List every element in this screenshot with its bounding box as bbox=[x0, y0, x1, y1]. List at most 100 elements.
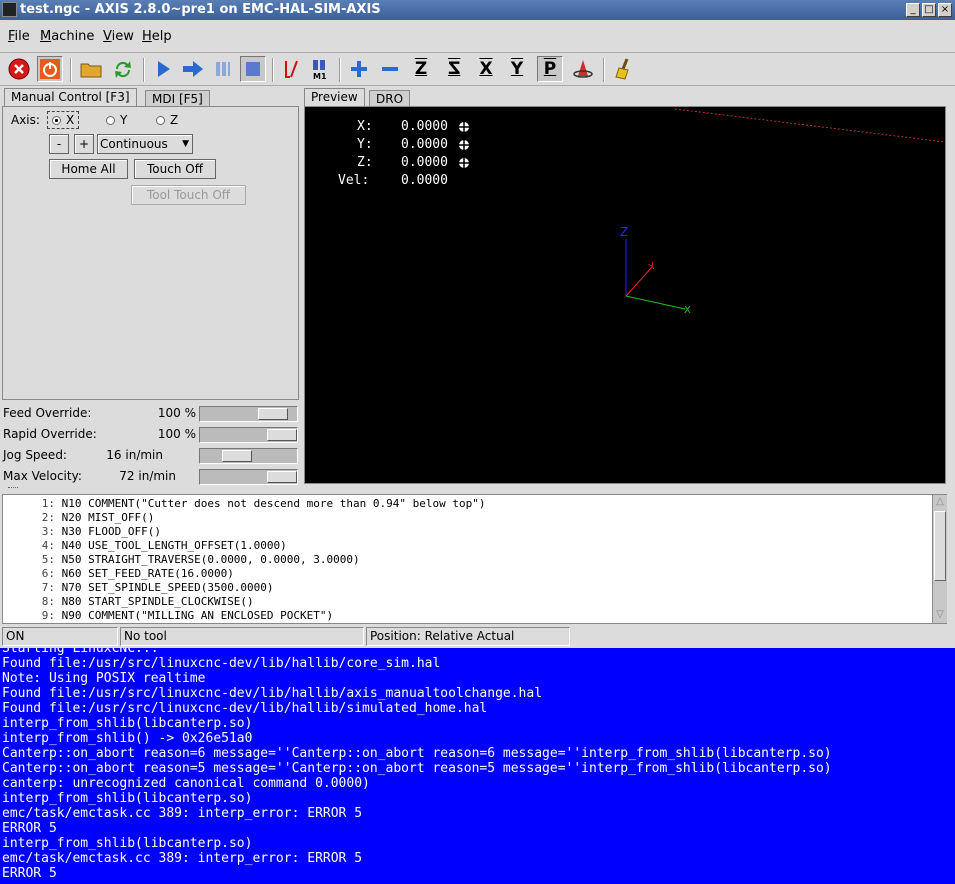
toolbar-separator bbox=[143, 58, 145, 82]
rapid-override-slider[interactable] bbox=[199, 427, 298, 443]
z-axis-label: Z bbox=[620, 225, 628, 239]
power-button[interactable] bbox=[37, 56, 63, 82]
chevron-down-icon: ▼ bbox=[182, 139, 189, 149]
max-velocity-slider[interactable] bbox=[199, 469, 298, 485]
menu-view[interactable]: View bbox=[103, 29, 134, 44]
view-p-button[interactable]: P bbox=[537, 56, 563, 82]
zoom-out-button[interactable] bbox=[377, 56, 403, 82]
dro-x-label: X: bbox=[357, 119, 373, 134]
jog-plus-button[interactable]: + bbox=[74, 134, 94, 154]
block-delete-button[interactable] bbox=[278, 56, 304, 82]
close-button[interactable]: × bbox=[938, 3, 952, 17]
home-all-button[interactable]: Home All bbox=[49, 159, 128, 179]
terminal-line: interp_from_shlib(libcanterp.so) bbox=[2, 836, 253, 851]
svg-text:M1: M1 bbox=[313, 72, 327, 80]
clear-plot-button[interactable] bbox=[611, 56, 637, 82]
axis-z-radio[interactable]: Z bbox=[156, 113, 178, 127]
maximize-button[interactable]: □ bbox=[922, 3, 936, 17]
tab-dro[interactable]: DRO bbox=[369, 90, 411, 107]
scroll-up-icon[interactable]: △ bbox=[934, 496, 946, 508]
gcode-line[interactable]: 7: N70 SET_SPINDLE_SPEED(3500.0000) bbox=[3, 581, 274, 595]
minimize-button[interactable]: _ bbox=[906, 3, 920, 17]
window-titlebar: test.ngc - AXIS 2.8.0~pre1 on EMC-HAL-SI… bbox=[0, 0, 955, 20]
gcode-line[interactable]: 3: N30 FLOOD_OFF() bbox=[3, 525, 161, 539]
slider-thumb[interactable] bbox=[267, 471, 297, 483]
menu-machine[interactable]: Machine bbox=[40, 29, 94, 44]
scroll-down-icon[interactable]: ▽ bbox=[934, 609, 946, 621]
menu-help[interactable]: Help bbox=[142, 29, 172, 44]
terminal-line: interp_from_shlib(libcanterp.so) bbox=[2, 716, 253, 731]
feed-override-slider[interactable] bbox=[199, 406, 298, 422]
dro-y-label: Y: bbox=[357, 137, 373, 152]
preview-canvas[interactable]: Z Y X X: 0.0000 Y: 0.0000 Z: 0.0000 Vel:… bbox=[304, 106, 946, 484]
gcode-line[interactable]: 4: N40 USE_TOOL_LENGTH_OFFSET(1.0000) bbox=[3, 539, 287, 553]
terminal-output[interactable]: Starting LinuxCNC... Found file:/usr/src… bbox=[0, 648, 955, 884]
menubar: File Machine View Help bbox=[0, 25, 955, 48]
view-z-rotated-button[interactable]: Z bbox=[441, 56, 467, 82]
view-x-button[interactable]: X bbox=[473, 56, 499, 82]
axis-y-radio[interactable]: Y bbox=[106, 113, 127, 127]
terminal-line: interp_from_shlib(libcanterp.so) bbox=[2, 791, 253, 806]
zoom-in-button[interactable] bbox=[346, 56, 372, 82]
gcode-line[interactable]: 5: N50 STRAIGHT_TRAVERSE(0.0000, 0.0000,… bbox=[3, 553, 360, 567]
pause-button[interactable] bbox=[210, 56, 236, 82]
view-x-icon: X bbox=[479, 59, 493, 79]
jog-speed-slider[interactable] bbox=[199, 448, 298, 464]
slider-thumb[interactable] bbox=[258, 408, 288, 420]
folder-icon bbox=[80, 63, 102, 78]
gcode-line[interactable]: 1: N10 COMMENT("Cutter does not descend … bbox=[3, 497, 486, 511]
gcode-scrollbar[interactable]: △ ▽ bbox=[932, 495, 947, 623]
tab-mdi[interactable]: MDI [F5] bbox=[145, 90, 210, 107]
rotate-view-button[interactable] bbox=[570, 56, 596, 82]
jog-minus-button[interactable]: - bbox=[49, 134, 69, 154]
view-z-button[interactable]: Z bbox=[408, 56, 434, 82]
view-y-button[interactable]: Y bbox=[504, 56, 530, 82]
toolbar-separator bbox=[70, 58, 72, 82]
status-tool: No tool bbox=[120, 627, 364, 646]
run-button[interactable] bbox=[150, 56, 176, 82]
stop-button[interactable] bbox=[240, 56, 266, 82]
gcode-listing[interactable]: 1: N10 COMMENT("Cutter does not descend … bbox=[2, 494, 947, 624]
jog-speed-value: 16 in/min bbox=[106, 448, 163, 462]
estop-button[interactable] bbox=[6, 56, 32, 82]
step-icon bbox=[183, 61, 203, 77]
radio-dot bbox=[52, 116, 61, 125]
x-axis-label: X bbox=[684, 305, 691, 316]
homed-icons bbox=[458, 121, 470, 169]
homed-z-icon bbox=[458, 157, 470, 169]
tab-preview[interactable]: Preview bbox=[304, 88, 365, 107]
gcode-line[interactable]: 8: N80 START_SPINDLE_CLOCKWISE() bbox=[3, 595, 254, 609]
toolbar-separator bbox=[339, 58, 341, 82]
toolbar: M1 Z Z X Y P bbox=[0, 52, 955, 86]
dro-vel-label: Vel: bbox=[338, 173, 370, 188]
pane-divider-handle[interactable] bbox=[8, 487, 18, 490]
window-title: test.ngc - AXIS 2.8.0~pre1 on EMC-HAL-SI… bbox=[20, 2, 381, 17]
homed-x-icon bbox=[458, 121, 470, 133]
touch-off-button[interactable]: Touch Off bbox=[134, 159, 216, 179]
menu-file[interactable]: File bbox=[8, 29, 30, 44]
gcode-line[interactable]: 6: N60 SET_FEED_RATE(16.0000) bbox=[3, 567, 234, 581]
tab-manual-control[interactable]: Manual Control [F3] bbox=[4, 88, 137, 107]
dro-x-value: 0.0000 bbox=[401, 119, 448, 134]
feed-override-label: Feed Override: bbox=[3, 406, 92, 420]
axis-x-radio[interactable]: X bbox=[47, 111, 80, 129]
y-axis-label: Y bbox=[647, 261, 658, 273]
terminal-line: Starting LinuxCNC... bbox=[2, 648, 159, 656]
open-file-button[interactable] bbox=[78, 56, 104, 82]
reload-button[interactable] bbox=[110, 56, 136, 82]
scrollbar-thumb[interactable] bbox=[934, 511, 946, 581]
toolbar-separator bbox=[272, 58, 274, 82]
jog-increment-select[interactable]: Continuous ▼ bbox=[97, 134, 193, 154]
slider-thumb[interactable] bbox=[222, 450, 252, 462]
optional-stop-button[interactable]: M1 bbox=[307, 56, 333, 82]
max-velocity-value: 72 in/min bbox=[119, 469, 176, 483]
dro-vel-value: 0.0000 bbox=[401, 173, 448, 188]
gcode-line[interactable]: 9: N90 COMMENT("MILLING AN ENCLOSED POCK… bbox=[3, 609, 333, 623]
terminal-line: ERROR 5 bbox=[2, 866, 57, 881]
gcode-line[interactable]: 2: N20 MIST_OFF() bbox=[3, 511, 155, 525]
power-icon bbox=[40, 59, 60, 79]
tool-touch-off-button[interactable]: Tool Touch Off bbox=[131, 185, 246, 205]
terminal-line: emc/task/emctask.cc 389: interp_error: E… bbox=[2, 851, 363, 866]
slider-thumb[interactable] bbox=[267, 429, 297, 441]
step-button[interactable] bbox=[180, 56, 206, 82]
